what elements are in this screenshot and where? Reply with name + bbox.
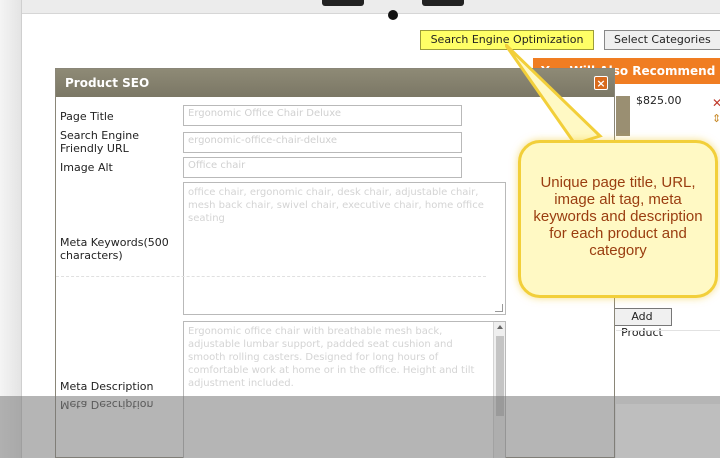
- add-product-button[interactable]: Add Product: [612, 308, 672, 339]
- camera-icon: [388, 10, 398, 20]
- background-divider: [56, 276, 486, 277]
- callout-pointer: [505, 44, 603, 146]
- seo-url-label: Search Engine Friendly URL: [60, 129, 139, 155]
- resize-handle[interactable]: [495, 304, 503, 312]
- bezel-notch-left: [322, 0, 364, 6]
- meta-keywords-text: office chair, ergonomic chair, desk chai…: [188, 187, 484, 224]
- delete-icon[interactable]: ✕: [712, 96, 720, 110]
- product-price: $825.00: [636, 94, 682, 107]
- reflection-text: Meta Description: [60, 398, 154, 411]
- seo-url-input[interactable]: ergonomic-office-chair-deluxe: [183, 132, 462, 153]
- meta-keywords-label: Meta Keywords(500 characters): [60, 236, 169, 262]
- device-screen: Search Engine Optimization Select Catego…: [0, 0, 720, 458]
- image-alt-input[interactable]: Office chair: [183, 157, 462, 178]
- device-bezel-left: [0, 0, 22, 458]
- page-title-input[interactable]: Ergonomic Office Chair Deluxe: [183, 105, 462, 126]
- sort-icon[interactable]: ⇕: [712, 112, 720, 125]
- meta-description-text: Ergonomic office chair with breathable m…: [188, 326, 475, 389]
- select-categories-button[interactable]: Select Categories: [604, 30, 720, 50]
- callout-text: Unique page title, URL, image alt tag, m…: [533, 174, 703, 259]
- bezel-notch-right: [422, 0, 464, 6]
- image-alt-label: Image Alt: [60, 161, 113, 174]
- product-thumbnail: [616, 96, 630, 136]
- page-title-label: Page Title: [60, 110, 114, 123]
- meta-description-label: Meta Description: [60, 380, 154, 393]
- background-panel: [616, 330, 720, 400]
- meta-keywords-textarea[interactable]: office chair, ergonomic chair, desk chai…: [183, 182, 506, 315]
- dialog-title: Product SEO: [65, 76, 150, 90]
- scroll-up-icon[interactable]: [497, 325, 503, 329]
- reflection-panel: [616, 404, 720, 458]
